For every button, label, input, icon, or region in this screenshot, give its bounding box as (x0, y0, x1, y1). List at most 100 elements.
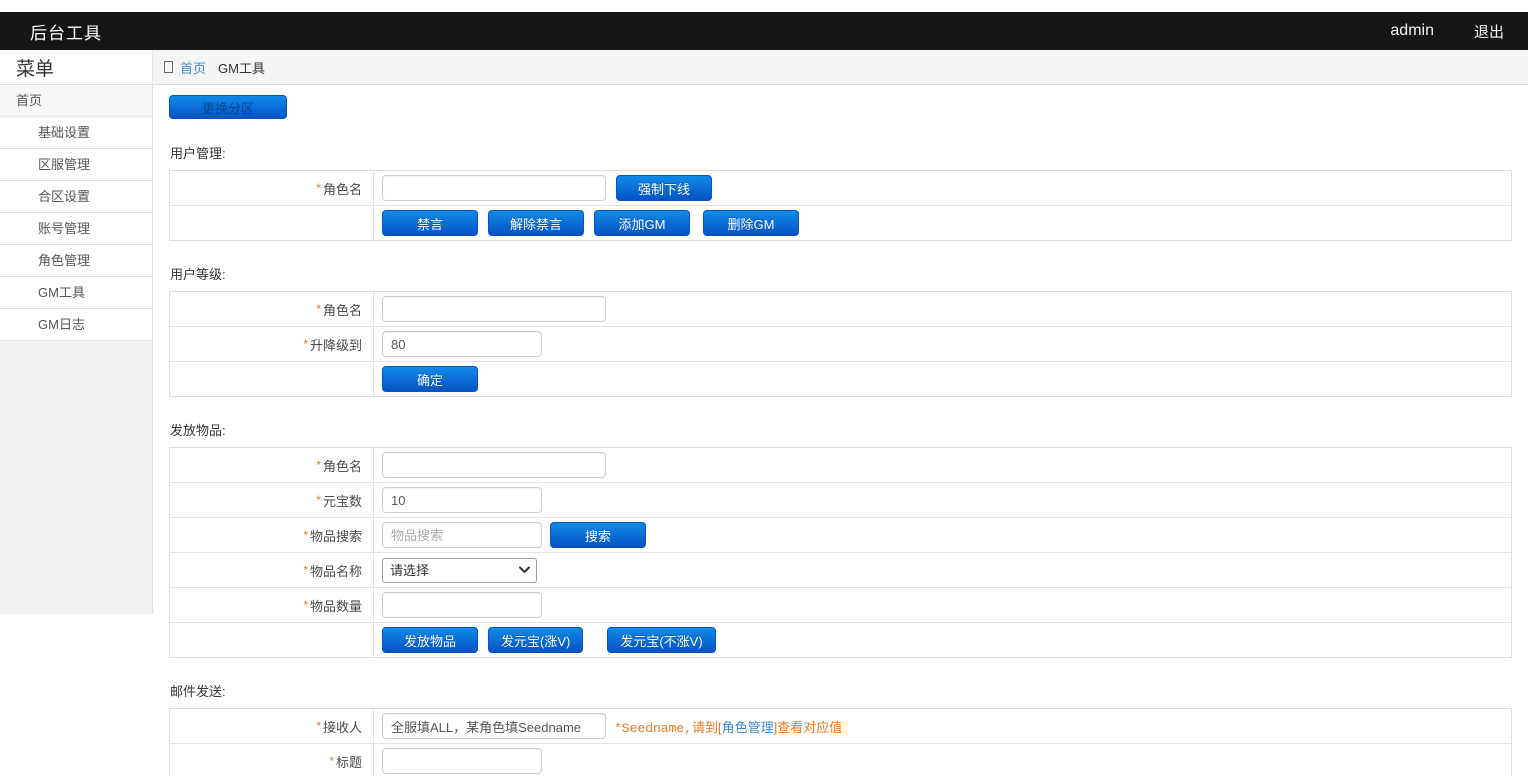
item-actions-label-empty (170, 623, 374, 657)
item-name-select[interactable]: 请选择 (382, 557, 537, 583)
yuanbao-label-text: 元宝数 (322, 493, 362, 509)
send-yuanbao-novip-button[interactable]: 发元宝(不涨V) (607, 627, 716, 653)
receiver-input[interactable] (382, 713, 606, 739)
item-qty-label: * 物品数量 (170, 588, 374, 622)
item-search-input[interactable] (382, 522, 542, 548)
item-name-label: * 物品名称 (170, 553, 374, 587)
receiver-field: *Seedname,请到[角色管理]查看对应值 (374, 709, 1511, 743)
sidebar-item-gm-tools[interactable]: GM工具 (0, 277, 152, 309)
form-row-item-actions: 发放物品 发元宝(涨V) 发元宝(不涨V) (170, 623, 1511, 657)
required-mark: * (316, 493, 321, 507)
level-target-label-text: 升降级到 (309, 337, 362, 353)
sidebar-item-basic-settings[interactable]: 基础设置 (0, 117, 152, 149)
item-role-input[interactable] (382, 452, 606, 478)
yuanbao-field (374, 483, 1511, 517)
item-name-select-wrap: 请选择 (382, 557, 537, 583)
form-row-mail-title: * 标题 (170, 744, 1511, 776)
sidebar-header: 菜单 (0, 50, 153, 85)
admin-page: 后台工具 admin 退出 菜单 首页 GM工具 首页 基础设置 区服管理 合区… (0, 12, 1528, 776)
section-title-user-manage: 用户管理: (170, 146, 226, 161)
breadcrumb: 首页 GM工具 (153, 50, 1528, 85)
sidebar-item-account-manage[interactable]: 账号管理 (0, 213, 152, 245)
item-search-label-text: 物品搜索 (309, 528, 362, 544)
unmute-button[interactable]: 解除禁言 (488, 210, 584, 236)
item-role-label-text: 角色名 (322, 458, 362, 474)
sidebar-item-gm-logs[interactable]: GM日志 (0, 309, 152, 341)
item-qty-input[interactable] (382, 592, 542, 618)
actions-field: 禁言 解除禁言 添加GM 删除GM (374, 206, 1511, 240)
give-item-button[interactable]: 发放物品 (382, 627, 478, 653)
form-row-role: * 角色名 强制下线 (170, 171, 1511, 206)
level-role-field (374, 292, 1511, 326)
breadcrumb-home-icon (164, 61, 173, 73)
item-search-field: 搜索 (374, 518, 1511, 552)
send-yuanbao-vip-button[interactable]: 发元宝(涨V) (488, 627, 584, 653)
sidebar-item-server-manage[interactable]: 区服管理 (0, 149, 152, 181)
required-mark: * (316, 302, 321, 316)
breadcrumb-home-link[interactable]: 首页 (180, 58, 206, 77)
section-title-mail: 邮件发送: (170, 684, 226, 699)
item-search-label: * 物品搜索 (170, 518, 374, 552)
mail-title-input[interactable] (382, 748, 542, 774)
required-mark: * (303, 598, 308, 612)
sidebar-title: 菜单 (16, 58, 55, 80)
sidebar-item-home[interactable]: 首页 (0, 85, 152, 117)
form-row-item-role: * 角色名 (170, 448, 1511, 483)
level-target-label: * 升降级到 (170, 327, 374, 361)
form-row-level-target: * 升降级到 (170, 327, 1511, 362)
sidebar-item-role-manage[interactable]: 角色管理 (0, 245, 152, 277)
receiver-label-text: 接收人 (322, 719, 362, 735)
yuanbao-input[interactable] (382, 487, 542, 513)
required-mark: * (329, 754, 334, 768)
force-offline-button[interactable]: 强制下线 (616, 175, 712, 201)
breadcrumb-current: GM工具 (218, 60, 265, 76)
delete-gm-button[interactable]: 删除GM (703, 210, 799, 236)
body-row: 首页 基础设置 区服管理 合区设置 账号管理 角色管理 GM工具 GM日志 更换… (0, 85, 1528, 776)
required-mark: * (303, 337, 308, 351)
item-qty-field (374, 588, 1511, 622)
required-mark: * (316, 458, 321, 472)
change-partition-button[interactable]: 更换分区 (169, 95, 287, 119)
confirm-button[interactable]: 确定 (382, 366, 478, 392)
role-name-label: * 角色名 (170, 171, 374, 205)
add-gm-button[interactable]: 添加GM (594, 210, 690, 236)
level-role-label-text: 角色名 (322, 302, 362, 318)
level-role-input[interactable] (382, 296, 606, 322)
item-qty-label-text: 物品数量 (309, 598, 362, 614)
mail-title-field (374, 744, 1511, 776)
required-mark: * (303, 563, 308, 577)
mail-form: * 接收人 *Seedname,请到[角色管理]查看对应值 * 标题 (169, 708, 1512, 776)
item-role-label: * 角色名 (170, 448, 374, 482)
form-row-receiver: * 接收人 *Seedname,请到[角色管理]查看对应值 (170, 709, 1511, 744)
form-row-actions: 禁言 解除禁言 添加GM 删除GM (170, 206, 1511, 240)
required-mark: * (316, 181, 321, 195)
user-manage-form: * 角色名 强制下线 禁言 解除禁言 添加GM 删除GM (169, 170, 1512, 241)
main-content: 更换分区 用户管理: * 角色名 强制下线 禁言 解除禁言 添加GM 删除GM … (153, 85, 1528, 776)
app-title: 后台工具 (30, 23, 102, 43)
level-target-input[interactable] (382, 331, 542, 357)
username-label: admin (1390, 22, 1434, 39)
section-title-user-level: 用户等级: (170, 267, 226, 282)
mute-button[interactable]: 禁言 (382, 210, 478, 236)
form-row-level-role: * 角色名 (170, 292, 1511, 327)
search-button[interactable]: 搜索 (550, 522, 646, 548)
user-level-form: * 角色名 * 升降级到 80 确定 (169, 291, 1512, 397)
role-manage-link[interactable]: 角色管理 (722, 720, 774, 735)
actions-label-empty (170, 206, 374, 240)
seedname-hint-mid: 请到[ (692, 719, 722, 735)
item-role-field (374, 448, 1511, 482)
form-row-level-submit: 确定 (170, 362, 1511, 396)
topbar: 后台工具 admin 退出 (0, 12, 1528, 50)
level-target-field (374, 327, 1511, 361)
role-name-field: 强制下线 (374, 171, 1511, 205)
seedname-hint-prefix: *Seedname, (614, 720, 693, 736)
role-name-input[interactable] (382, 175, 606, 201)
level-role-label: * 角色名 (170, 292, 374, 326)
item-name-field: 请选择 (374, 553, 1511, 587)
logout-link[interactable]: 退出 (1474, 21, 1504, 42)
level-submit-field: 确定 (374, 362, 1511, 396)
sidebar-item-merge-settings[interactable]: 合区设置 (0, 181, 152, 213)
receiver-label: * 接收人 (170, 709, 374, 743)
give-items-form: * 角色名 * 元宝数 10 * 物品搜索 物品搜索 搜索 * 物品名称 请选择… (169, 447, 1512, 658)
role-name-label-text: 角色名 (322, 181, 362, 197)
